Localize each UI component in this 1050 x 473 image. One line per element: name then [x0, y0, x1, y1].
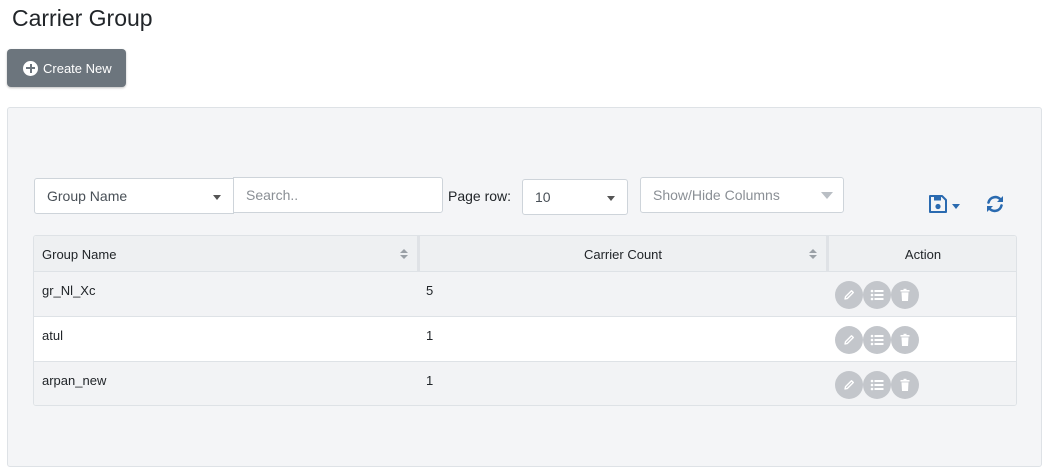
chevron-down-icon	[821, 192, 833, 199]
list-icon	[870, 334, 884, 346]
edit-button[interactable]	[835, 326, 863, 354]
carrier-count-cell: 1	[426, 328, 434, 343]
floppy-disk-icon	[929, 195, 947, 213]
chevron-down-icon	[952, 204, 960, 209]
carrier-group-table: Group Name Carrier Count Action gr_Nl_Xc…	[33, 235, 1017, 406]
row-actions	[835, 281, 919, 309]
pencil-icon	[844, 290, 854, 300]
details-list-button[interactable]	[863, 281, 891, 309]
chevron-down-icon	[213, 195, 221, 200]
refresh-icon	[987, 195, 1003, 213]
delete-button[interactable]	[891, 281, 919, 309]
group-name-cell: arpan_new	[42, 373, 107, 388]
delete-button[interactable]	[891, 326, 919, 354]
group-name-cell: atul	[42, 328, 63, 343]
table-row: atul 1	[34, 317, 1016, 362]
header-label: Group Name	[42, 246, 117, 262]
group-name-cell: gr_Nl_Xc	[42, 283, 96, 298]
page-row-label: Page row:	[448, 188, 512, 204]
header-label: Action	[904, 246, 942, 262]
edit-button[interactable]	[835, 281, 863, 309]
details-list-button[interactable]	[863, 326, 891, 354]
trash-icon	[900, 378, 910, 391]
trash-icon	[900, 288, 910, 301]
search-input[interactable]	[233, 177, 443, 213]
table-header: Group Name Carrier Count Action	[34, 236, 1016, 272]
search-column-select[interactable]: Group Name	[34, 178, 234, 214]
chevron-down-icon	[607, 196, 615, 201]
pencil-icon	[844, 380, 854, 390]
create-new-label: Create New	[43, 60, 112, 76]
refresh-button[interactable]	[984, 193, 1006, 215]
sort-icon[interactable]	[809, 249, 817, 259]
column-header-carrier-count[interactable]: Carrier Count	[419, 236, 827, 272]
details-list-button[interactable]	[863, 371, 891, 399]
column-header-group-name[interactable]: Group Name	[42, 236, 417, 272]
carrier-count-cell: 5	[426, 283, 434, 298]
table-panel: Group Name Page row: 10 Show/Hide Column…	[7, 107, 1042, 467]
sort-icon[interactable]	[400, 249, 408, 259]
show-hide-columns-select[interactable]: Show/Hide Columns	[640, 177, 844, 213]
column-header-action: Action	[829, 236, 1016, 272]
list-icon	[870, 289, 884, 301]
show-hide-columns-placeholder: Show/Hide Columns	[653, 187, 780, 203]
row-actions	[835, 371, 919, 399]
carrier-count-cell: 1	[426, 373, 434, 388]
trash-icon	[900, 333, 910, 346]
search-column-value: Group Name	[47, 188, 128, 204]
export-save-button[interactable]	[928, 194, 962, 216]
page-title: Carrier Group	[12, 5, 153, 31]
row-actions	[835, 326, 919, 354]
plus-circle-icon	[23, 60, 38, 76]
list-icon	[870, 379, 884, 391]
table-row: gr_Nl_Xc 5	[34, 272, 1016, 317]
page-row-select[interactable]: 10	[522, 179, 628, 215]
table-row: arpan_new 1	[34, 362, 1016, 405]
create-new-button[interactable]: Create New	[7, 49, 126, 87]
edit-button[interactable]	[835, 371, 863, 399]
pencil-icon	[844, 335, 854, 345]
delete-button[interactable]	[891, 371, 919, 399]
header-label: Carrier Count	[583, 246, 663, 262]
page-row-value: 10	[535, 189, 551, 205]
